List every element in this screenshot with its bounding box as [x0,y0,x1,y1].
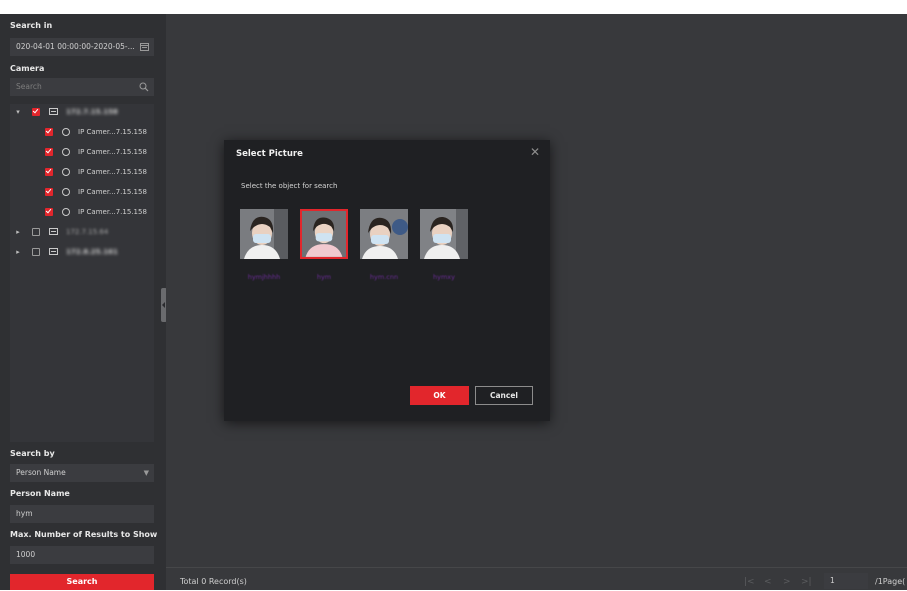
calendar-icon[interactable] [140,38,149,56]
picture-thumbnail[interactable] [420,209,468,259]
checkbox-checked[interactable] [32,108,40,116]
tree-node-camera[interactable]: IP Camer...7.15.158 [10,144,154,160]
picture-label: hymxy [433,273,455,281]
tree-node-label: IP Camer...7.15.158 [78,168,147,176]
top-white-strip [0,0,907,14]
caret-down-icon[interactable]: ▼ [144,464,149,482]
checkbox-unchecked[interactable] [32,228,40,236]
checkbox-checked[interactable] [45,168,53,176]
tree-node-camera[interactable]: IP Camer...7.15.158 [10,164,154,180]
person-photo-icon [302,211,346,257]
camera-icon [62,208,70,216]
page-count: /1Page( [875,577,906,586]
search-by-value: Person Name [16,468,66,477]
camera-icon [62,128,70,136]
person-photo-icon [240,209,288,259]
picture-thumbnail[interactable] [360,209,408,259]
tree-node-camera[interactable]: IP Camer...7.15.158 [10,204,154,220]
checkbox-checked[interactable] [45,128,53,136]
total-records: Total 0 Record(s) [180,577,247,586]
tree-node-camera[interactable]: IP Camer...7.15.158 [10,184,154,200]
search-in-label: Search in [10,21,53,30]
folder-icon [49,108,58,115]
last-page-icon[interactable]: >| [801,577,812,587]
picture-thumbnail-selected[interactable] [300,209,348,259]
search-icon[interactable] [139,78,149,96]
next-page-icon[interactable]: > [783,577,791,587]
tree-node-label: 172.7.15.158 [66,108,118,116]
camera-icon [62,188,70,196]
picture-label: hym.cnn [369,273,399,281]
search-button[interactable]: Search [10,574,154,590]
picture-label: hymjhhhh [247,273,281,281]
picture-thumbnail[interactable] [240,209,288,259]
person-name-label: Person Name [10,489,70,498]
ok-button[interactable]: OK [410,386,469,405]
picture-label: hym [316,273,332,281]
date-range-field[interactable]: 020-04-01 00:00:00-2020-05-... [10,38,154,56]
select-picture-dialog: Select Picture ✕ Select the object for s… [224,140,550,421]
tree-node-label: IP Camer...7.15.158 [78,208,147,216]
camera-search-input[interactable]: Search [10,78,154,96]
dialog-title: Select Picture [236,149,303,159]
search-by-label: Search by [10,449,55,458]
camera-label: Camera [10,64,45,73]
checkbox-unchecked[interactable] [32,248,40,256]
max-results-input[interactable]: 1000 [10,546,154,564]
max-results-label: Max. Number of Results to Show [10,530,158,539]
close-icon[interactable]: ✕ [530,145,540,159]
prev-page-icon[interactable]: < [764,577,772,587]
results-footer: Total 0 Record(s) |< < > >| 1 /1Page( [166,567,907,591]
expand-arrow-icon[interactable]: ▸ [14,224,22,240]
person-photo-icon [360,209,408,259]
search-by-select[interactable]: Person Name ▼ [10,464,154,482]
tree-node-group-1[interactable]: ▾ 172.7.15.158 [10,104,154,120]
search-sidebar: Search in 020-04-01 00:00:00-2020-05-...… [0,14,166,590]
checkbox-checked[interactable] [45,208,53,216]
camera-icon [62,148,70,156]
tree-node-label: IP Camer...7.15.158 [78,148,147,156]
expand-arrow-icon[interactable]: ▸ [14,244,22,260]
tree-node-group-3[interactable]: ▸ 172.8.25.161 [10,244,154,260]
date-range-value: 020-04-01 00:00:00-2020-05-... [16,42,135,51]
tree-node-label: IP Camer...7.15.158 [78,128,147,136]
tree-node-camera[interactable]: IP Camer...7.15.158 [10,124,154,140]
tree-node-group-2[interactable]: ▸ 172.7.15.64 [10,224,154,240]
page-number-input[interactable]: 1 [824,573,868,589]
camera-search-placeholder: Search [16,82,42,91]
person-name-input[interactable]: hym [10,505,154,523]
cancel-button[interactable]: Cancel [475,386,533,405]
person-photo-icon [420,209,468,259]
first-page-icon[interactable]: |< [744,577,755,587]
camera-icon [62,168,70,176]
folder-icon [49,248,58,255]
tree-node-label: IP Camer...7.15.158 [78,188,147,196]
expand-arrow-icon[interactable]: ▾ [14,104,22,120]
camera-tree: ▾ 172.7.15.158 IP Camer...7.15.158 IP Ca… [10,104,154,442]
folder-icon [49,228,58,235]
tree-node-label: 172.8.25.161 [66,248,118,256]
dialog-hint: Select the object for search [241,182,338,190]
checkbox-checked[interactable] [45,148,53,156]
checkbox-checked[interactable] [45,188,53,196]
tree-node-label: 172.7.15.64 [66,228,109,236]
